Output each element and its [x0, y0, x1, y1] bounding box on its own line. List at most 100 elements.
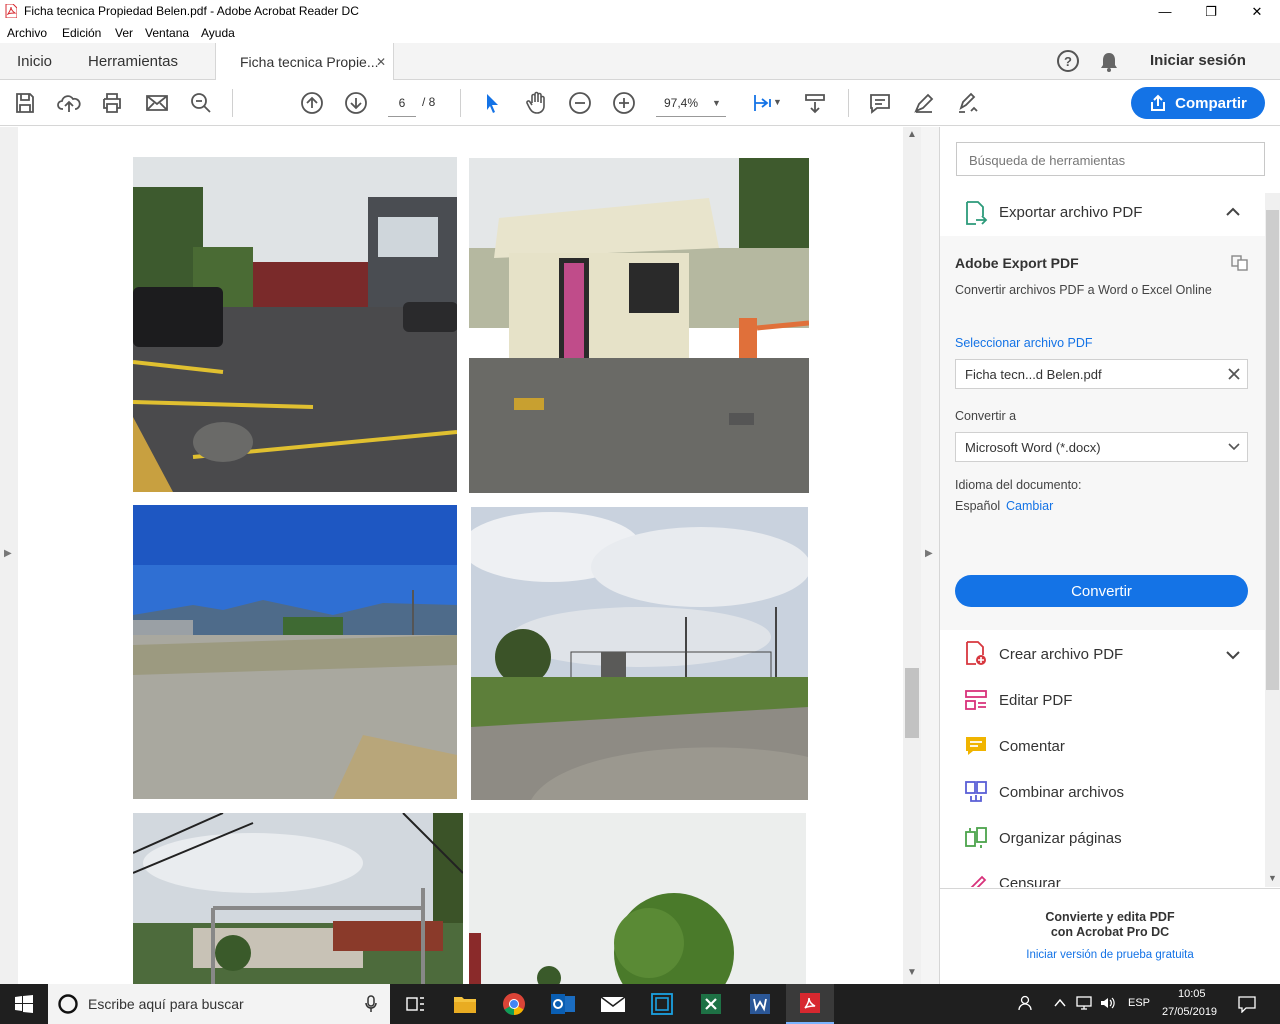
- scroll-up-icon[interactable]: ▲: [907, 129, 917, 140]
- right-pane-toggle[interactable]: ▶: [921, 127, 939, 984]
- expand-right-icon[interactable]: ▶: [925, 548, 933, 559]
- page-number-input[interactable]: 6: [388, 91, 416, 117]
- tool-combine[interactable]: Combinar archivos: [963, 777, 1124, 807]
- edit-pdf-icon: [963, 687, 989, 713]
- chevron-down-icon[interactable]: [1226, 650, 1240, 660]
- maximize-button[interactable]: ❐: [1188, 0, 1234, 23]
- keyboard-language[interactable]: ESP: [1128, 997, 1150, 1009]
- tool-create-pdf[interactable]: Crear archivo PDF: [963, 639, 1123, 669]
- toolbar: ▼: [0, 80, 1280, 126]
- export-service-desc: Convertir archivos PDF a Word o Excel On…: [955, 283, 1212, 297]
- highlight-pen-icon[interactable]: [911, 90, 937, 116]
- document-scrollbar[interactable]: ▲ ▼: [903, 127, 921, 984]
- tool-label: Editar PDF: [999, 691, 1073, 709]
- trial-link[interactable]: Iniciar versión de prueba gratuita: [940, 949, 1280, 961]
- select-file-link[interactable]: Seleccionar archivo PDF: [955, 336, 1093, 350]
- save-icon[interactable]: [12, 90, 38, 116]
- chevron-down-icon: [1228, 443, 1240, 451]
- signin-link[interactable]: Iniciar sesión: [1150, 52, 1246, 69]
- zoom-select[interactable]: 97,4% ▼: [656, 91, 726, 117]
- zoom-out-icon[interactable]: [567, 90, 593, 116]
- network-icon[interactable]: [1076, 996, 1092, 1010]
- upload-cloud-icon[interactable]: [56, 90, 82, 116]
- create-pdf-icon: [963, 641, 989, 667]
- hand-tool-icon[interactable]: [523, 90, 549, 116]
- notifications-icon[interactable]: [1238, 995, 1256, 1013]
- tab-document[interactable]: Ficha tecnica Propie... ✕: [215, 43, 394, 81]
- tool-label: Combinar archivos: [999, 783, 1125, 801]
- tab-bar: Inicio Herramientas Ficha tecnica Propie…: [0, 43, 1280, 81]
- clock-time[interactable]: 10:05: [1178, 988, 1206, 1000]
- tools-scroll-thumb[interactable]: [1266, 210, 1279, 690]
- tool-search-input[interactable]: Búsqueda de herramientas: [956, 142, 1265, 176]
- photo-guard-booth: [469, 158, 809, 493]
- help-icon[interactable]: ?: [1057, 50, 1079, 72]
- tab-close-icon[interactable]: ✕: [376, 55, 386, 69]
- tab-document-label: Ficha tecnica Propie...: [240, 54, 379, 70]
- change-service-icon[interactable]: [1231, 255, 1249, 271]
- store-app-icon[interactable]: [638, 984, 686, 1024]
- menu-archivo[interactable]: Archivo: [7, 26, 47, 40]
- mail-app-icon[interactable]: [589, 984, 637, 1024]
- tab-inicio[interactable]: Inicio: [17, 43, 52, 80]
- scroll-down-icon[interactable]: ▼: [1268, 873, 1277, 883]
- menu-bar: Archivo Edición Ver Ventana Ayuda: [0, 23, 1280, 43]
- sign-icon[interactable]: [955, 90, 981, 116]
- change-language-link[interactable]: Cambiar: [1006, 499, 1053, 513]
- clear-file-icon[interactable]: [1228, 368, 1240, 380]
- menu-ver[interactable]: Ver: [115, 26, 133, 40]
- people-icon[interactable]: [1017, 995, 1033, 1011]
- share-button[interactable]: Compartir: [1131, 87, 1265, 119]
- volume-icon[interactable]: [1100, 996, 1116, 1010]
- scroll-down-icon[interactable]: ▼: [907, 967, 917, 978]
- task-view-icon[interactable]: [392, 984, 440, 1024]
- zoom-in-icon[interactable]: [611, 90, 637, 116]
- tool-redact-clip: Censurar: [940, 860, 1265, 887]
- word-icon[interactable]: [736, 984, 784, 1024]
- share-label: Compartir: [1175, 94, 1247, 112]
- convert-button[interactable]: Convertir: [955, 575, 1248, 607]
- tool-redact[interactable]: Censurar: [963, 868, 1061, 887]
- taskbar-search[interactable]: Escribe aquí para buscar: [48, 984, 390, 1024]
- minimize-button[interactable]: —: [1142, 0, 1188, 23]
- menu-edicion[interactable]: Edición: [62, 26, 101, 40]
- left-panel-toggle-icon[interactable]: ▶: [4, 548, 12, 559]
- bell-icon[interactable]: [1099, 51, 1119, 73]
- zoom-value: 97,4%: [664, 96, 699, 110]
- convert-format-select[interactable]: Microsoft Word (*.docx): [955, 432, 1248, 462]
- selected-file-field[interactable]: Ficha tecn...d Belen.pdf: [955, 359, 1248, 389]
- zoom-search-icon[interactable]: [188, 90, 214, 116]
- mail-icon[interactable]: [144, 90, 170, 116]
- select-cursor-icon[interactable]: [479, 90, 505, 116]
- print-icon[interactable]: [99, 90, 125, 116]
- prev-page-icon[interactable]: [299, 90, 325, 116]
- clock-date[interactable]: 27/05/2019: [1162, 1006, 1217, 1018]
- acrobat-task-icon[interactable]: [786, 984, 834, 1024]
- windows-start-icon[interactable]: [15, 995, 33, 1013]
- outlook-icon[interactable]: [539, 984, 587, 1024]
- tool-comment[interactable]: Comentar: [963, 731, 1065, 761]
- photo-cloudy-field: [471, 507, 808, 800]
- file-explorer-icon[interactable]: [441, 984, 489, 1024]
- promo-box: Convierte y edita PDF con Acrobat Pro DC…: [940, 888, 1280, 984]
- tool-organize[interactable]: Organizar páginas: [963, 823, 1122, 853]
- chevron-up-icon[interactable]: [1226, 207, 1240, 217]
- close-window-button[interactable]: ✕: [1234, 0, 1280, 23]
- chevron-down-icon: ▼: [712, 98, 721, 108]
- chrome-icon[interactable]: [490, 984, 538, 1024]
- microphone-icon[interactable]: [364, 995, 378, 1013]
- tool-label: Crear archivo PDF: [999, 645, 1124, 663]
- menu-ayuda[interactable]: Ayuda: [201, 26, 235, 40]
- tool-edit-pdf[interactable]: Editar PDF: [963, 685, 1072, 715]
- export-pdf-header[interactable]: Exportar archivo PDF: [940, 193, 1265, 235]
- excel-icon[interactable]: [687, 984, 735, 1024]
- tray-chevron-up-icon[interactable]: [1054, 998, 1066, 1008]
- document-scroll-thumb[interactable]: [905, 668, 919, 738]
- scroll-mode-icon[interactable]: [802, 90, 828, 116]
- menu-ventana[interactable]: Ventana: [145, 26, 189, 40]
- comment-tool-icon[interactable]: [867, 90, 893, 116]
- next-page-icon[interactable]: [343, 90, 369, 116]
- tab-herramientas[interactable]: Herramientas: [88, 43, 178, 80]
- acrobat-icon: [5, 4, 17, 18]
- fit-dropdown-icon[interactable]: ▼: [773, 97, 782, 107]
